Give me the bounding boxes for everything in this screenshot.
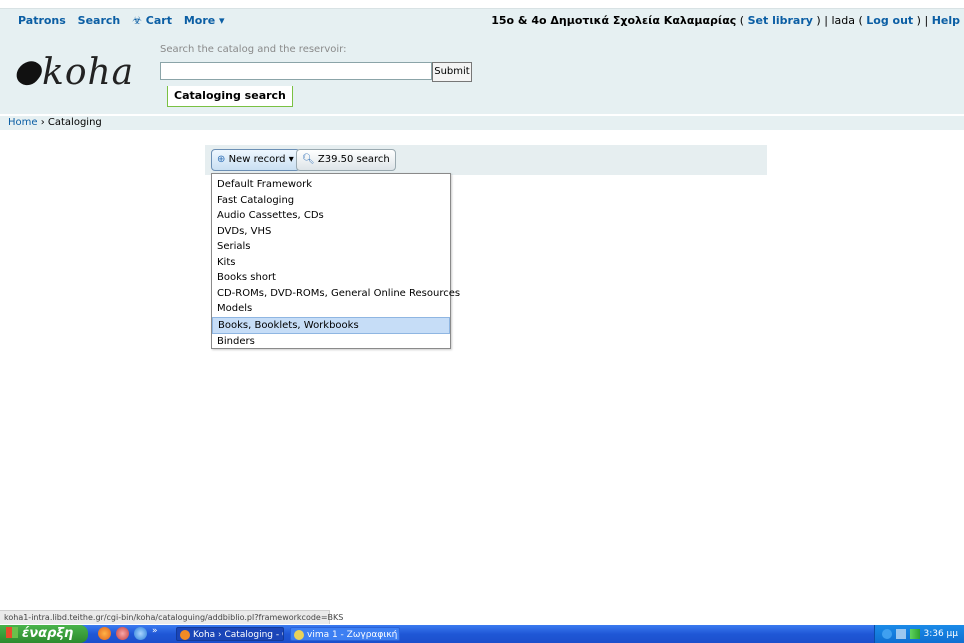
- new-record-dropdown: Default Framework Fast Cataloging Audio …: [211, 173, 460, 350]
- header: koha Search the catalog and the reservoi…: [0, 32, 964, 114]
- nav-search-link[interactable]: Search: [78, 14, 121, 27]
- search-icon: 🔍︎: [302, 154, 315, 165]
- search-label: Search the catalog and the reservoir:: [160, 44, 347, 55]
- taskbar-item-paint[interactable]: vima 1 - Ζωγραφική: [290, 627, 400, 641]
- new-record-label: New record ▾: [228, 154, 294, 165]
- tab-cataloging-search[interactable]: Cataloging search: [167, 86, 293, 107]
- menu-item-fast-cataloging[interactable]: Fast Cataloging: [212, 193, 450, 209]
- library-name: 15ο & 4ο Δημοτικά Σχολεία Καλαμαρίας: [491, 14, 737, 27]
- user-info: 15ο & 4ο Δημοτικά Σχολεία Καλαμαρίας ( S…: [491, 14, 960, 27]
- menu-item-audio-cassettes[interactable]: Audio Cassettes, CDs: [212, 208, 450, 224]
- signal-icon[interactable]: [910, 629, 920, 639]
- network-icon[interactable]: [896, 629, 906, 639]
- menu-item-books-booklets[interactable]: Books, Booklets, Workbooks: [212, 316, 450, 334]
- menu-item-binders[interactable]: Binders: [212, 334, 450, 350]
- windows-taskbar: έναρξη » Koha › Cataloging - G... vima 1…: [0, 625, 964, 643]
- log-out-link[interactable]: Log out: [866, 14, 913, 27]
- koha-logo[interactable]: koha: [12, 52, 135, 93]
- breadcrumb-separator: ›: [37, 117, 48, 128]
- menu-item-cd-roms[interactable]: CD-ROMs, DVD-ROMs, General Online Resour…: [212, 286, 460, 302]
- set-library-link[interactable]: Set library: [748, 14, 813, 27]
- system-tray: 3:36 μμ: [874, 625, 964, 643]
- windows-flag-icon: [6, 627, 18, 638]
- paint-icon: [294, 630, 304, 640]
- logo-text: koha: [42, 52, 135, 93]
- browser-status-bar: koha1-intra.libd.teithe.gr/cgi-bin/koha/…: [0, 610, 343, 624]
- breadcrumb: Home › Cataloging: [0, 116, 964, 130]
- cataloging-toolbar: ⊕ New record ▾ 🔍︎ Z39.50 search: [205, 145, 767, 175]
- task-label: Koha › Cataloging - G...: [193, 630, 283, 640]
- search-input[interactable]: [160, 62, 432, 80]
- username: lada: [831, 14, 855, 27]
- menu-item-books-short[interactable]: Books short: [212, 270, 450, 286]
- nav-cart-link[interactable]: ☣ Cart: [132, 14, 172, 27]
- menu-item-dvds-vhs[interactable]: DVDs, VHS: [212, 224, 450, 240]
- nav-more-menu[interactable]: More ▾: [184, 14, 225, 27]
- menu-item-default-framework[interactable]: Default Framework: [212, 177, 450, 193]
- browser-icon: [180, 630, 190, 640]
- opera-icon[interactable]: [116, 627, 129, 640]
- internet-explorer-icon[interactable]: [134, 627, 147, 640]
- z3950-label: Z39.50 search: [317, 154, 390, 165]
- menu-item-models[interactable]: Models: [212, 301, 450, 317]
- breadcrumb-home-link[interactable]: Home: [8, 117, 38, 128]
- back-icon[interactable]: [882, 629, 892, 639]
- top-nav-links: Patrons Search ☣ Cart More ▾: [18, 14, 233, 27]
- clock[interactable]: 3:36 μμ: [923, 629, 958, 639]
- breadcrumb-current: Cataloging: [47, 117, 102, 128]
- plus-icon: ⊕: [217, 154, 226, 165]
- koha-drop-icon: [12, 56, 46, 90]
- nav-patrons-link[interactable]: Patrons: [18, 14, 66, 27]
- chevron-right-icon[interactable]: »: [152, 626, 158, 636]
- submit-button[interactable]: Submit: [432, 62, 472, 82]
- menu-item-serials[interactable]: Serials: [212, 239, 450, 255]
- task-label: vima 1 - Ζωγραφική: [307, 630, 398, 640]
- new-record-button[interactable]: ⊕ New record ▾: [211, 149, 300, 171]
- top-nav-bar: Patrons Search ☣ Cart More ▾ 15ο & 4ο Δη…: [0, 8, 964, 33]
- menu-item-kits[interactable]: Kits: [212, 255, 450, 271]
- taskbar-item-koha[interactable]: Koha › Cataloging - G...: [176, 627, 284, 641]
- start-label: έναρξη: [22, 626, 74, 641]
- z3950-search-button[interactable]: 🔍︎ Z39.50 search: [296, 149, 396, 171]
- help-link[interactable]: Help: [932, 14, 960, 27]
- start-button[interactable]: έναρξη: [0, 625, 88, 643]
- firefox-icon[interactable]: [98, 627, 111, 640]
